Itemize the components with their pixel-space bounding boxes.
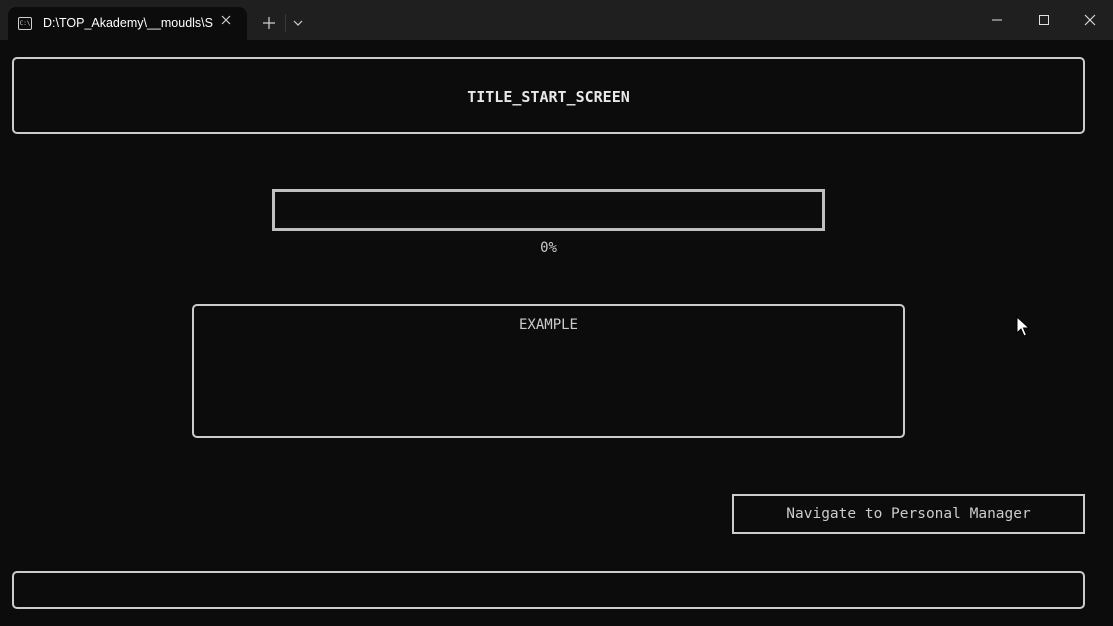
title-panel: TITLE_START_SCREEN — [12, 57, 1085, 134]
navigate-personal-manager-button[interactable]: Navigate to Personal Manager — [732, 494, 1085, 534]
close-window-icon[interactable] — [1082, 12, 1098, 28]
example-title: EXAMPLE — [518, 317, 578, 333]
window-titlebar: C:\ D:\TOP_Akademy\__moudls\S — [0, 0, 1113, 40]
minimize-icon[interactable] — [989, 12, 1005, 28]
maximize-icon[interactable] — [1036, 12, 1052, 28]
progress-bar — [272, 189, 825, 231]
navigate-button-label: Navigate to Personal Manager — [786, 506, 1031, 522]
close-tab-icon[interactable] — [218, 12, 234, 28]
plus-icon[interactable] — [261, 15, 277, 31]
terminal-icon: C:\ — [18, 17, 32, 30]
example-panel: EXAMPLE — [192, 304, 905, 438]
progress-percent: 0% — [540, 240, 557, 256]
screen-title: TITLE_START_SCREEN — [467, 88, 630, 106]
terminal-tab[interactable]: C:\ D:\TOP_Akademy\__moudls\S — [8, 7, 247, 40]
mouse-cursor-icon — [1016, 316, 1030, 337]
chevron-down-icon[interactable] — [291, 16, 305, 30]
command-input[interactable] — [12, 571, 1085, 609]
tab-title: D:\TOP_Akademy\__moudls\S — [43, 16, 213, 30]
tab-separator — [285, 14, 286, 32]
